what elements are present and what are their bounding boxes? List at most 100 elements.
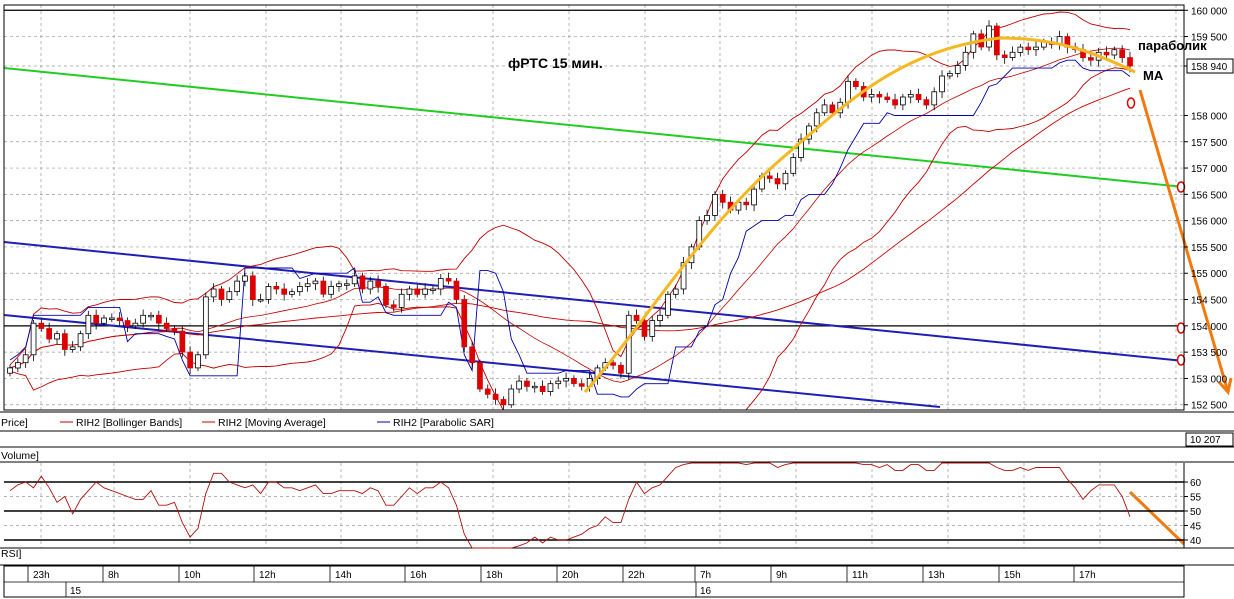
candle: [665, 291, 671, 319]
time-tick-label: 12h: [259, 570, 276, 581]
candle: [743, 197, 750, 211]
candle-body: [179, 330, 186, 353]
candle-body: [547, 383, 554, 393]
candle-body: [414, 288, 421, 295]
candle-body: [657, 314, 663, 321]
candle-body: [148, 314, 154, 318]
candle: [1001, 50, 1008, 64]
candle: [1025, 42, 1032, 55]
price-tick-label: 160 000: [1191, 6, 1228, 17]
candle-body: [813, 112, 820, 127]
candle-body: [555, 380, 562, 385]
rsi-tick-label: 45: [1190, 522, 1202, 533]
parabolic-sar-line: [9, 59, 1131, 398]
candle-body: [665, 293, 671, 316]
time-tick-label: 7h: [700, 570, 711, 581]
candle-body: [633, 314, 640, 321]
candle-body: [743, 201, 750, 206]
time-tick-label: 23h: [33, 570, 50, 581]
candle-body: [132, 322, 139, 327]
price-tick-label: 153 000: [1191, 374, 1228, 385]
candle-body: [469, 346, 476, 364]
candle-body: [508, 388, 515, 406]
candle: [155, 310, 162, 330]
candle: [14, 358, 21, 373]
candle: [1080, 43, 1086, 62]
candle: [343, 279, 350, 291]
candle: [931, 87, 938, 111]
candle-body: [367, 280, 374, 290]
candle-body: [85, 314, 92, 335]
candle-body: [124, 320, 131, 327]
price-tick-label: 157 500: [1191, 138, 1228, 149]
time-axis: 23h 8h 10h 12h 14h 16h 18h 20h 22h 7h 9h 11h 13h 15h 1…: [27, 566, 1096, 597]
candle: [234, 275, 240, 296]
candle: [430, 285, 436, 295]
candle-body: [273, 285, 280, 290]
candle: [179, 326, 186, 358]
candle-body: [390, 304, 397, 308]
candle-body: [69, 346, 76, 350]
candle-body: [1009, 51, 1016, 58]
candle-body: [649, 320, 656, 337]
candle: [140, 309, 146, 328]
candle-body: [539, 385, 546, 392]
candle: [30, 320, 37, 362]
candle-body: [1033, 46, 1039, 51]
candle: [821, 99, 828, 116]
candle: [77, 330, 84, 352]
rsi-label: RSI]: [1, 548, 22, 560]
candle: [915, 88, 922, 103]
candle-body: [38, 322, 45, 329]
candle: [265, 283, 272, 304]
candle: [1017, 43, 1024, 57]
candle: [492, 388, 499, 405]
rsi-tick-label: 55: [1190, 493, 1202, 504]
bollinger-lower-line: [9, 67, 1131, 411]
legend-ma-label: RIH2 [Moving Average]: [218, 417, 326, 429]
candle: [907, 89, 914, 104]
candle-body: [923, 99, 930, 106]
candle-body: [93, 314, 99, 324]
candle-body: [1103, 51, 1110, 56]
candle-body: [445, 278, 452, 282]
candle: [414, 284, 421, 298]
price-tick-label: 157 000: [1191, 164, 1228, 175]
candle-body: [1111, 49, 1118, 56]
candle-body: [163, 322, 170, 329]
candle-body: [915, 94, 922, 101]
candle: [923, 96, 930, 110]
candle: [970, 30, 977, 59]
candle-body: [516, 380, 523, 390]
candle: [202, 292, 209, 359]
candle-body: [383, 285, 389, 306]
candle: [226, 287, 233, 303]
price-tick-label: 158 000: [1191, 112, 1228, 123]
candle: [657, 309, 663, 327]
time-tick-label: 8h: [108, 570, 119, 581]
candle: [853, 78, 859, 90]
candle-body: [712, 193, 718, 216]
candle-body: [54, 333, 60, 340]
time-tick-label: 17h: [1079, 570, 1096, 581]
candle-body: [77, 333, 84, 348]
candle-body: [406, 288, 413, 295]
candle-body: [774, 178, 781, 185]
alert-marker: [1176, 354, 1186, 366]
candle-body: [782, 172, 789, 185]
candle: [390, 300, 397, 312]
candle-body: [954, 65, 961, 74]
candle: [38, 318, 45, 332]
candle-body: [195, 354, 201, 369]
candle: [939, 70, 945, 99]
candle: [445, 272, 452, 285]
rsi-tick-label: 60: [1190, 478, 1202, 489]
time-tick-label: 22h: [628, 570, 645, 581]
candle-body: [155, 314, 162, 324]
rsi-line: [9, 462, 1131, 549]
candle-body: [226, 291, 233, 301]
candle-body: [218, 288, 225, 300]
candle-body: [868, 94, 875, 98]
candle: [563, 372, 570, 388]
candle: [547, 380, 554, 396]
